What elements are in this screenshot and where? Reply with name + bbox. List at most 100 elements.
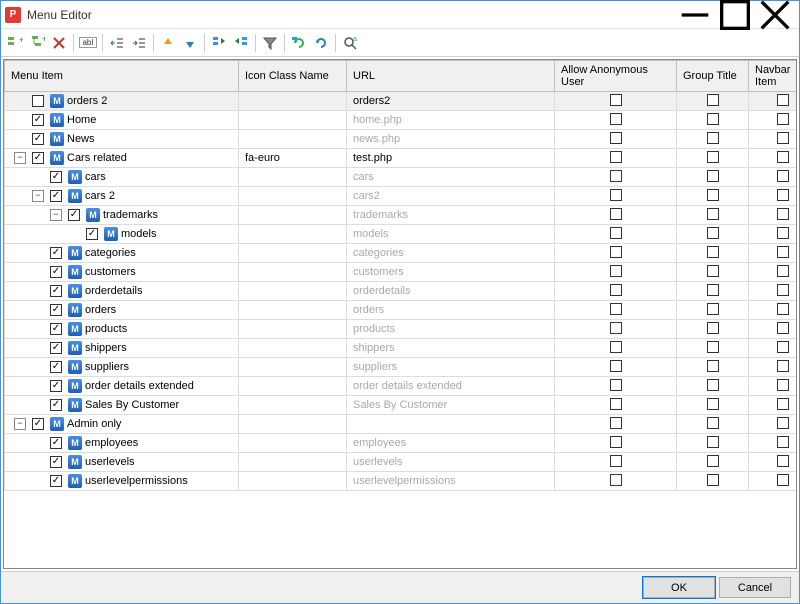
header-icon-class[interactable]: Icon Class Name bbox=[239, 61, 347, 92]
cell-navbar-item[interactable] bbox=[749, 149, 798, 168]
table-row[interactable]: order details extendedorder details exte… bbox=[5, 377, 798, 396]
cell-group-title[interactable] bbox=[677, 358, 749, 377]
tree-expander[interactable]: − bbox=[50, 209, 62, 221]
row-checkbox[interactable] bbox=[50, 361, 62, 373]
navbar-item-checkbox[interactable] bbox=[777, 360, 789, 372]
cell-icon-class[interactable] bbox=[239, 434, 347, 453]
cell-group-title[interactable] bbox=[677, 472, 749, 491]
group-title-checkbox[interactable] bbox=[707, 151, 719, 163]
row-checkbox[interactable] bbox=[50, 399, 62, 411]
allow-anon-checkbox[interactable] bbox=[610, 303, 622, 315]
allow-anon-checkbox[interactable] bbox=[610, 246, 622, 258]
cell-allow-anon[interactable] bbox=[555, 339, 677, 358]
cell-navbar-item[interactable] bbox=[749, 187, 798, 206]
group-title-checkbox[interactable] bbox=[707, 94, 719, 106]
group-title-checkbox[interactable] bbox=[707, 170, 719, 182]
cell-navbar-item[interactable] bbox=[749, 92, 798, 111]
move-down-button[interactable] bbox=[180, 33, 200, 53]
cell-icon-class[interactable] bbox=[239, 263, 347, 282]
cell-icon-class[interactable] bbox=[239, 111, 347, 130]
cell-group-title[interactable] bbox=[677, 225, 749, 244]
cell-navbar-item[interactable] bbox=[749, 472, 798, 491]
table-row[interactable]: carscars bbox=[5, 168, 798, 187]
cell-group-title[interactable] bbox=[677, 263, 749, 282]
cancel-button[interactable]: Cancel bbox=[719, 577, 791, 598]
header-menu-item[interactable]: Menu Item bbox=[5, 61, 239, 92]
allow-anon-checkbox[interactable] bbox=[610, 170, 622, 182]
cell-group-title[interactable] bbox=[677, 339, 749, 358]
group-title-checkbox[interactable] bbox=[707, 265, 719, 277]
cell-group-title[interactable] bbox=[677, 282, 749, 301]
group-title-checkbox[interactable] bbox=[707, 227, 719, 239]
navbar-item-checkbox[interactable] bbox=[777, 341, 789, 353]
cell-url[interactable] bbox=[347, 415, 555, 434]
cell-allow-anon[interactable] bbox=[555, 358, 677, 377]
cell-url[interactable]: trademarks bbox=[347, 206, 555, 225]
navbar-item-checkbox[interactable] bbox=[777, 246, 789, 258]
cell-group-title[interactable] bbox=[677, 301, 749, 320]
cell-navbar-item[interactable] bbox=[749, 377, 798, 396]
add-sibling-button[interactable]: + bbox=[5, 33, 25, 53]
cell-allow-anon[interactable] bbox=[555, 244, 677, 263]
navbar-item-checkbox[interactable] bbox=[777, 189, 789, 201]
allow-anon-checkbox[interactable] bbox=[610, 379, 622, 391]
row-checkbox[interactable] bbox=[86, 228, 98, 240]
cell-allow-anon[interactable] bbox=[555, 130, 677, 149]
cell-group-title[interactable] bbox=[677, 320, 749, 339]
ok-button[interactable]: OK bbox=[643, 577, 715, 598]
minimize-button[interactable] bbox=[675, 2, 715, 28]
delete-button[interactable] bbox=[49, 33, 69, 53]
cell-allow-anon[interactable] bbox=[555, 187, 677, 206]
header-group-title[interactable]: Group Title bbox=[677, 61, 749, 92]
cell-url[interactable]: customers bbox=[347, 263, 555, 282]
navbar-item-checkbox[interactable] bbox=[777, 474, 789, 486]
allow-anon-checkbox[interactable] bbox=[610, 189, 622, 201]
refresh-button[interactable] bbox=[311, 33, 331, 53]
group-title-checkbox[interactable] bbox=[707, 208, 719, 220]
cell-group-title[interactable] bbox=[677, 130, 749, 149]
cell-navbar-item[interactable] bbox=[749, 111, 798, 130]
cell-url[interactable]: shippers bbox=[347, 339, 555, 358]
allow-anon-checkbox[interactable] bbox=[610, 94, 622, 106]
allow-anon-checkbox[interactable] bbox=[610, 284, 622, 296]
allow-anon-checkbox[interactable] bbox=[610, 455, 622, 467]
row-checkbox[interactable] bbox=[50, 266, 62, 278]
cell-allow-anon[interactable] bbox=[555, 263, 677, 282]
allow-anon-checkbox[interactable] bbox=[610, 474, 622, 486]
cell-allow-anon[interactable] bbox=[555, 377, 677, 396]
group-title-checkbox[interactable] bbox=[707, 322, 719, 334]
cell-group-title[interactable] bbox=[677, 111, 749, 130]
group-title-checkbox[interactable] bbox=[707, 189, 719, 201]
navbar-item-checkbox[interactable] bbox=[777, 436, 789, 448]
group-title-checkbox[interactable] bbox=[707, 398, 719, 410]
table-row[interactable]: modelsmodels bbox=[5, 225, 798, 244]
allow-anon-checkbox[interactable] bbox=[610, 113, 622, 125]
table-row[interactable]: categoriescategories bbox=[5, 244, 798, 263]
navbar-item-checkbox[interactable] bbox=[777, 227, 789, 239]
allow-anon-checkbox[interactable] bbox=[610, 208, 622, 220]
cell-url[interactable]: orders2 bbox=[347, 92, 555, 111]
tree-expander[interactable]: − bbox=[14, 418, 26, 430]
cell-icon-class[interactable] bbox=[239, 472, 347, 491]
cell-icon-class[interactable] bbox=[239, 130, 347, 149]
allow-anon-checkbox[interactable] bbox=[610, 265, 622, 277]
cell-url[interactable]: employees bbox=[347, 434, 555, 453]
row-checkbox[interactable] bbox=[32, 152, 44, 164]
allow-anon-checkbox[interactable] bbox=[610, 398, 622, 410]
navbar-item-checkbox[interactable] bbox=[777, 303, 789, 315]
table-row[interactable]: −cars 2cars2 bbox=[5, 187, 798, 206]
navbar-item-checkbox[interactable] bbox=[777, 170, 789, 182]
cell-navbar-item[interactable] bbox=[749, 263, 798, 282]
table-row[interactable]: orders 2orders2 bbox=[5, 92, 798, 111]
header-navbar-item[interactable]: Navbar Item bbox=[749, 61, 798, 92]
cell-group-title[interactable] bbox=[677, 396, 749, 415]
cell-navbar-item[interactable] bbox=[749, 282, 798, 301]
cell-url[interactable]: userlevels bbox=[347, 453, 555, 472]
navbar-item-checkbox[interactable] bbox=[777, 94, 789, 106]
group-title-checkbox[interactable] bbox=[707, 303, 719, 315]
cell-group-title[interactable] bbox=[677, 168, 749, 187]
cell-url[interactable]: categories bbox=[347, 244, 555, 263]
group-title-checkbox[interactable] bbox=[707, 417, 719, 429]
cell-allow-anon[interactable] bbox=[555, 320, 677, 339]
group-title-checkbox[interactable] bbox=[707, 436, 719, 448]
